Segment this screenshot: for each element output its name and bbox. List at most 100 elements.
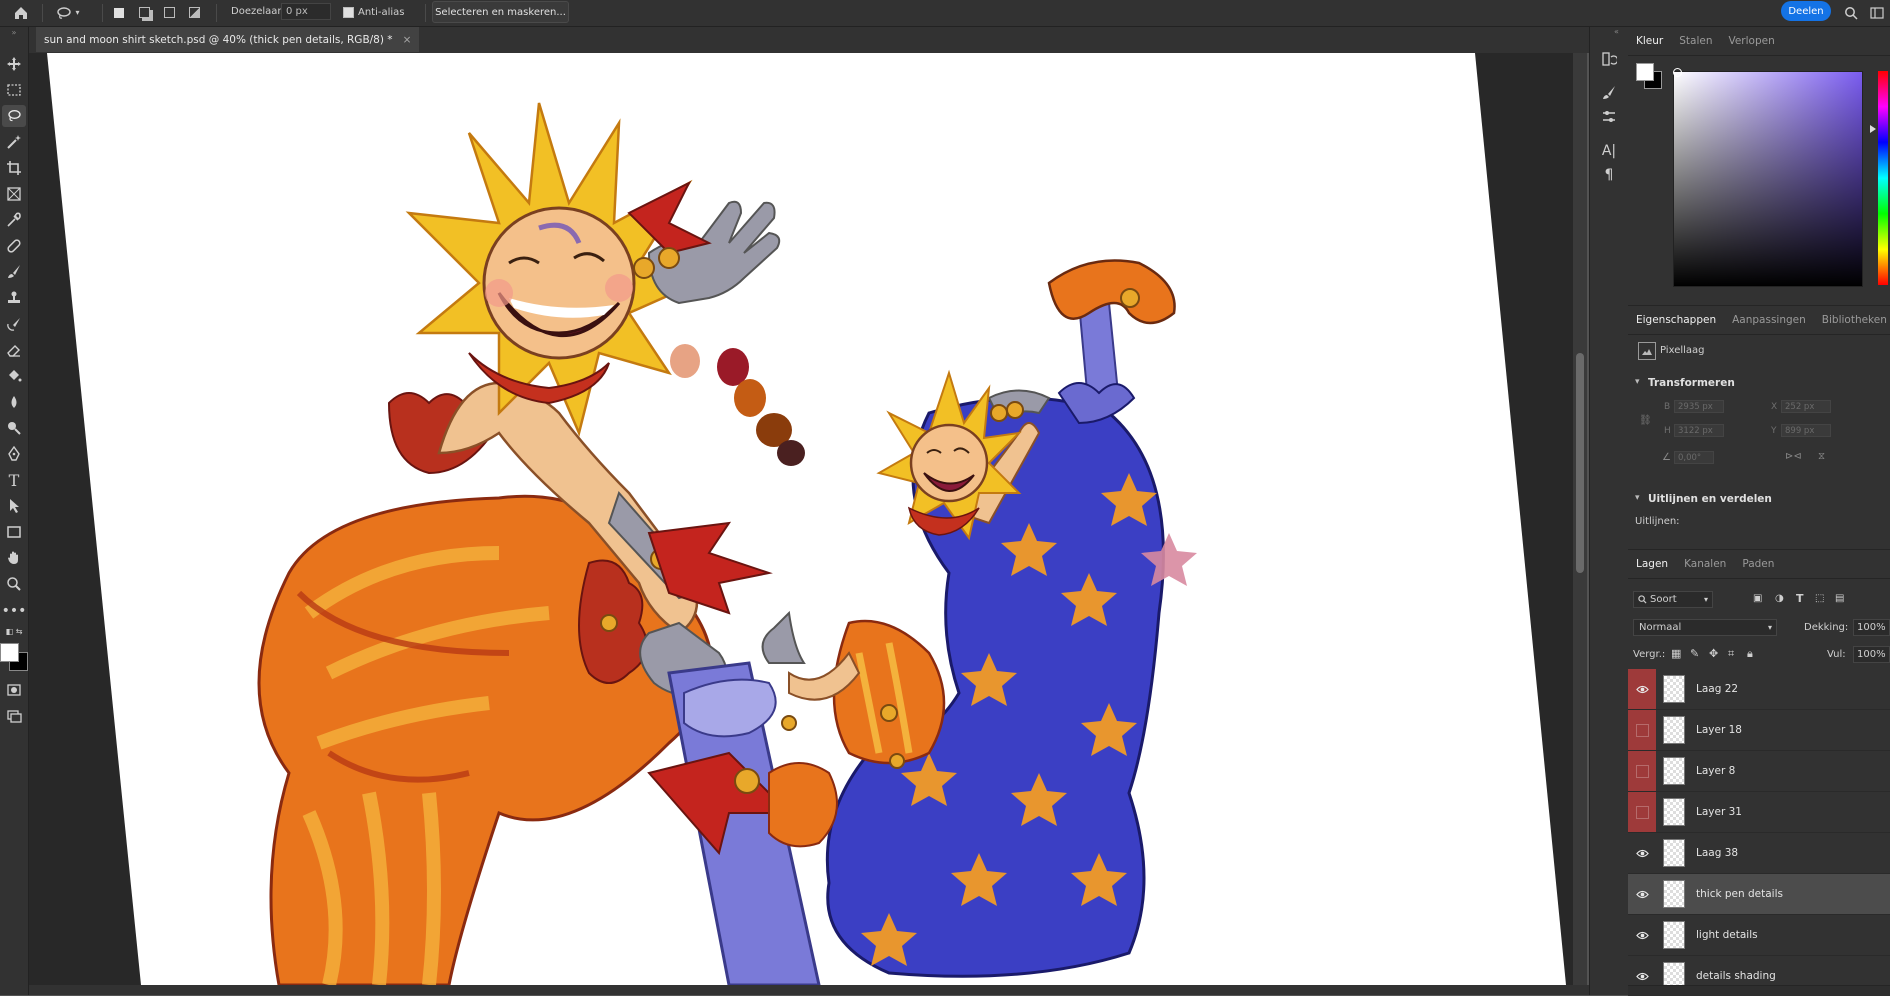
hue-slider[interactable] [1878,71,1888,285]
eraser-icon[interactable] [2,339,26,361]
zoom-icon[interactable] [2,573,26,595]
layer-row[interactable]: Laag 38 [1628,833,1890,874]
tab-color[interactable]: Kleur [1628,27,1671,55]
visibility-eye-icon[interactable] [1628,833,1656,873]
character-icon[interactable]: A| [1599,141,1619,161]
screen-mode-icon[interactable] [2,705,26,727]
eyedropper-icon[interactable] [2,209,26,231]
fill-field[interactable]: 100% [1853,646,1890,663]
feather-input[interactable] [281,3,331,20]
quick-mask-icon[interactable] [2,679,26,701]
add-selection-icon[interactable] [135,3,153,22]
healing-icon[interactable] [2,235,26,257]
align-chevron-icon[interactable]: ▾ [1635,493,1640,503]
history-brush-icon[interactable] [2,313,26,335]
align-section-title[interactable]: Uitlijnen en verdelen [1648,493,1772,505]
layer-row[interactable]: light details [1628,915,1890,956]
tab-paths[interactable]: Paden [1734,550,1782,578]
visibility-eye-icon[interactable] [1628,874,1656,914]
layer-row[interactable]: Laag 22 [1628,669,1890,710]
filter-shape-icon[interactable]: ⬚ [1815,593,1824,604]
flip-horizontal-icon[interactable]: ⊳⊲ [1785,451,1802,462]
canvas-area[interactable] [29,53,1577,985]
scrollbar-thumb[interactable] [1576,353,1584,573]
link-dimensions-icon[interactable]: ⛓ [1639,415,1652,426]
height-field[interactable]: 3122 px [1674,424,1724,437]
filter-adjustment-icon[interactable]: ◑ [1775,593,1784,604]
color-picker-handle[interactable] [1673,68,1682,77]
home-icon[interactable] [10,3,32,22]
transform-section-title[interactable]: Transformeren [1648,377,1735,389]
history-icon[interactable] [1599,49,1619,69]
lock-pixels-icon[interactable]: ✎ [1690,647,1699,660]
lasso-preset-picker[interactable]: ▾ [50,3,86,22]
transform-chevron-icon[interactable]: ▾ [1635,377,1640,387]
subtract-selection-icon[interactable] [160,3,178,22]
lasso-icon[interactable] [2,105,26,127]
rectangle-icon[interactable] [2,521,26,543]
layer-row[interactable]: thick pen details [1628,874,1890,915]
magic-wand-icon[interactable] [2,131,26,153]
intersect-selection-icon[interactable] [185,3,203,22]
marquee-icon[interactable] [2,79,26,101]
layer-row[interactable]: Layer 31 [1628,792,1890,833]
tab-libraries[interactable]: Bibliotheken [1814,306,1890,334]
x-field[interactable]: 252 px [1781,400,1831,413]
collapse-tools-icon[interactable]: » [2,27,26,37]
tab-adjustments[interactable]: Aanpassingen [1724,306,1814,334]
move-icon[interactable] [2,53,26,75]
tab-channels[interactable]: Kanalen [1676,550,1734,578]
hand-icon[interactable] [2,547,26,569]
type-icon[interactable]: T [2,469,26,491]
width-field[interactable]: 2935 px [1674,400,1724,413]
filter-type-icon[interactable]: T [1796,592,1804,605]
color-foreground-swatch[interactable] [1636,63,1654,81]
tab-layers[interactable]: Lagen [1628,550,1676,578]
document-tab[interactable]: sun and moon shirt sketch.psd @ 40% (thi… [36,27,420,52]
tab-properties[interactable]: Eigenschappen [1628,306,1724,334]
default-colors-icon[interactable]: ◧ ⇆ [2,625,26,637]
lock-all-icon[interactable]: 🔒︎ [1747,647,1753,661]
frame-icon[interactable] [2,183,26,205]
search-icon[interactable] [1842,3,1860,22]
brush-icon[interactable] [2,261,26,283]
lock-transparent-icon[interactable]: ▦ [1671,647,1681,660]
visibility-off-icon[interactable] [1628,710,1656,750]
tab-swatches[interactable]: Stalen [1671,27,1720,55]
bucket-icon[interactable] [2,365,26,387]
brush-settings-icon[interactable] [1599,83,1619,103]
paragraph-icon[interactable]: ¶ [1599,165,1619,185]
hue-slider-handle[interactable] [1870,125,1876,133]
filter-pixel-icon[interactable]: ▣ [1753,593,1762,604]
visibility-eye-icon[interactable] [1628,915,1656,955]
select-and-mask-button[interactable]: Selecteren en maskeren... [432,1,569,23]
visibility-off-icon[interactable] [1628,792,1656,832]
close-tab-icon[interactable]: × [403,34,412,46]
y-field[interactable]: 899 px [1781,424,1831,437]
workspace-icon[interactable] [1868,3,1886,22]
angle-field[interactable]: 0,00° [1674,451,1714,464]
path-select-icon[interactable] [2,495,26,517]
layer-filter-select[interactable]: Soort ▾ [1633,591,1713,608]
layer-row[interactable]: Layer 18 [1628,710,1890,751]
more-icon[interactable]: ••• [2,600,27,622]
flip-vertical-icon[interactable]: ⧖ [1818,451,1825,462]
tab-gradients[interactable]: Verlopen [1720,27,1782,55]
stamp-icon[interactable] [2,287,26,309]
blend-mode-select[interactable]: Normaal ▾ [1633,619,1777,636]
lock-artboard-icon[interactable]: ⌗ [1728,647,1734,661]
new-selection-icon[interactable] [110,3,128,22]
lock-position-icon[interactable]: ✥ [1709,647,1718,660]
canvas-vertical-scrollbar[interactable] [1573,53,1587,985]
crop-icon[interactable] [2,157,26,179]
tool-presets-icon[interactable] [1599,107,1619,127]
filter-smart-object-icon[interactable]: ▤ [1835,593,1844,604]
share-button[interactable]: Deelen [1781,1,1831,21]
opacity-field[interactable]: 100% [1853,619,1890,636]
collapse-panels-icon[interactable]: « [1614,27,1619,36]
artwork-canvas[interactable] [29,53,1577,985]
visibility-eye-icon[interactable] [1628,669,1656,709]
layer-row[interactable]: Layer 8 [1628,751,1890,792]
antialias-checkbox[interactable]: Anti-alias [343,3,413,22]
dodge-icon[interactable] [2,417,26,439]
